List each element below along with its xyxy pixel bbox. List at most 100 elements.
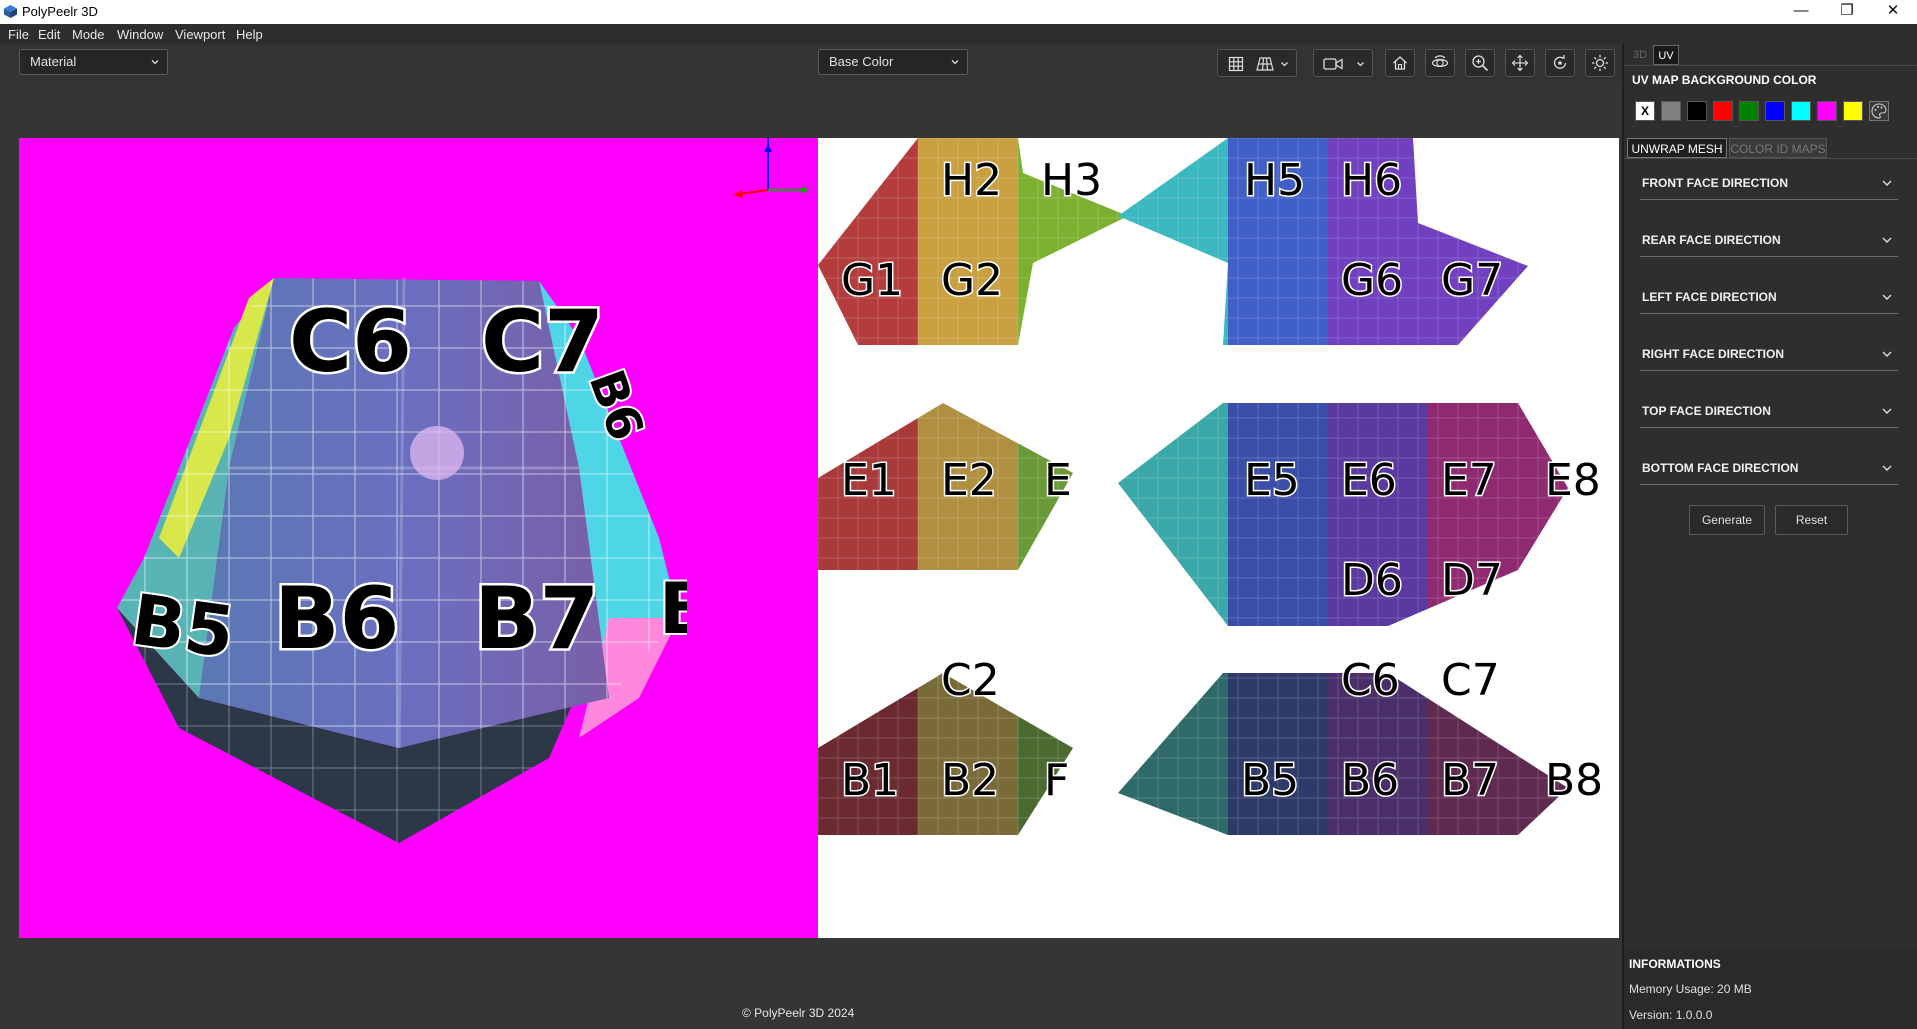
uv-label-e2: E2 xyxy=(941,455,997,506)
zoom-button[interactable] xyxy=(1465,49,1495,77)
move-arrows-icon xyxy=(1511,54,1529,72)
pan-button[interactable] xyxy=(1505,49,1535,77)
axis-gizmo xyxy=(733,138,809,198)
rear-face-direction-row[interactable]: REAR FACE DIRECTION xyxy=(1640,227,1898,257)
left-face-direction-row[interactable]: LEFT FACE DIRECTION xyxy=(1640,284,1898,314)
uv-label-d7: D7 xyxy=(1441,555,1503,606)
swatch-red[interactable] xyxy=(1713,101,1733,121)
menu-viewport[interactable]: Viewport xyxy=(175,27,225,42)
front-face-direction-label: FRONT FACE DIRECTION xyxy=(1642,176,1788,190)
label-c7: C7 xyxy=(481,292,604,392)
channel-value: Base Color xyxy=(829,54,894,69)
right-face-direction-row[interactable]: RIGHT FACE DIRECTION xyxy=(1640,341,1898,371)
shading-mode-value: Material xyxy=(30,54,77,69)
chevron-down-icon[interactable] xyxy=(1280,60,1289,68)
lighting-button[interactable] xyxy=(1585,49,1615,77)
palette-icon xyxy=(1871,103,1887,119)
minimize-button[interactable]: — xyxy=(1778,0,1824,24)
viewport-3d[interactable]: C6 C7 B6 B7 B5 B8 B6 xyxy=(19,138,818,938)
menu-window[interactable]: Window xyxy=(117,27,163,42)
swatch-cyan[interactable] xyxy=(1791,101,1811,121)
chevron-down-icon xyxy=(1882,237,1892,243)
left-face-direction-label: LEFT FACE DIRECTION xyxy=(1642,290,1777,304)
uv-label-e6: E6 xyxy=(1341,455,1397,506)
uv-label-g6: G6 xyxy=(1341,255,1403,306)
tab-unwrap-mesh[interactable]: UNWRAP MESH xyxy=(1627,138,1727,158)
reset-button[interactable]: Reset xyxy=(1775,505,1848,535)
copyright-text: © PolyPeelr 3D 2024 xyxy=(742,1006,855,1020)
uv-label-c6: C6 xyxy=(1341,655,1400,706)
uv-label-e1: E1 xyxy=(841,455,897,506)
maximize-button[interactable]: ❐ xyxy=(1824,0,1870,24)
menu-help[interactable]: Help xyxy=(236,27,263,42)
uv-label-b2: B2 xyxy=(941,755,999,806)
uv-label-b8: B8 xyxy=(1545,755,1603,806)
close-button[interactable]: ✕ xyxy=(1870,0,1916,24)
channel-select[interactable]: Base Color xyxy=(818,49,968,75)
tab-3d[interactable]: 3D xyxy=(1629,45,1651,65)
orbit-button[interactable] xyxy=(1425,49,1455,77)
window-title: PolyPeelr 3D xyxy=(22,4,98,19)
uv-view[interactable]: H2 H3 G1 G2 H5 H6 G6 G7 E1 E2 E E5 E6 E7… xyxy=(818,138,1619,938)
menu-file[interactable]: File xyxy=(8,27,29,42)
label-c6: C6 xyxy=(289,292,412,392)
uv-label-e5: E5 xyxy=(1244,455,1300,506)
status-footer: © PolyPeelr 3D 2024 xyxy=(0,1000,1622,1029)
uv-label-e8: E8 xyxy=(1545,455,1601,506)
uv-label-b3: F xyxy=(1044,755,1069,806)
rear-face-direction-label: REAR FACE DIRECTION xyxy=(1642,233,1781,247)
color-picker-button[interactable] xyxy=(1869,101,1889,121)
tab-divider xyxy=(1624,65,1917,66)
swatch-gray[interactable] xyxy=(1661,101,1681,121)
uv-bg-color-title: UV MAP BACKGROUND COLOR xyxy=(1632,73,1817,87)
chevron-down-icon xyxy=(1882,465,1892,471)
uv-label-c2: C2 xyxy=(941,655,1000,706)
subtab-divider xyxy=(1624,158,1917,159)
uv-label-h6: H6 xyxy=(1341,155,1402,206)
menu-mode[interactable]: Mode xyxy=(72,27,105,42)
app-logo-icon xyxy=(3,4,18,19)
uv-layout: H2 H3 G1 G2 H5 H6 G6 G7 E1 E2 E E5 E6 E7… xyxy=(818,138,1605,835)
swatch-magenta[interactable] xyxy=(1817,101,1837,121)
home-icon xyxy=(1393,56,1407,70)
swatch-yellow[interactable] xyxy=(1843,101,1863,121)
swatch-black[interactable] xyxy=(1687,101,1707,121)
chevron-down-icon xyxy=(1882,294,1892,300)
home-view-button[interactable] xyxy=(1385,49,1415,77)
chevron-down-icon xyxy=(1882,351,1892,357)
uv-label-b7: B7 xyxy=(1441,755,1499,806)
uv-label-c7: C7 xyxy=(1441,655,1500,706)
bottom-face-direction-label: BOTTOM FACE DIRECTION xyxy=(1642,461,1799,475)
generate-button[interactable]: Generate xyxy=(1689,505,1765,535)
tab-uv[interactable]: UV xyxy=(1653,45,1679,65)
memory-usage: Memory Usage: 20 MB xyxy=(1629,982,1752,996)
uv-label-h2: H2 xyxy=(941,155,1002,206)
shading-mode-select[interactable]: Material xyxy=(19,49,168,75)
label-b6: B6 xyxy=(274,569,399,669)
swatch-blue[interactable] xyxy=(1765,101,1785,121)
uv-label-b5: B5 xyxy=(1241,755,1299,806)
front-face-direction-row[interactable]: FRONT FACE DIRECTION xyxy=(1640,170,1898,200)
chevron-down-icon xyxy=(1882,180,1892,186)
uv-label-g7: G7 xyxy=(1441,255,1503,306)
top-face-direction-row[interactable]: TOP FACE DIRECTION xyxy=(1640,398,1898,428)
uv-label-h3: H3 xyxy=(1041,155,1102,206)
chevron-down-icon[interactable] xyxy=(1356,60,1365,68)
perspective-grid-icon[interactable] xyxy=(1256,56,1274,72)
info-title: INFORMATIONS xyxy=(1629,957,1721,971)
swatch-none[interactable]: X xyxy=(1635,101,1655,121)
uv-label-b1: B1 xyxy=(841,755,899,806)
menu-edit[interactable]: Edit xyxy=(38,27,60,42)
right-face-direction-label: RIGHT FACE DIRECTION xyxy=(1642,347,1785,361)
swatch-green[interactable] xyxy=(1739,101,1759,121)
chevron-down-icon xyxy=(951,60,959,65)
toolbar xyxy=(0,44,1622,82)
tab-color-id-maps[interactable]: COLOR ID MAPS xyxy=(1729,138,1827,158)
rotate-button[interactable] xyxy=(1545,49,1575,77)
chevron-down-icon xyxy=(151,60,159,65)
grid-icon[interactable] xyxy=(1228,56,1244,72)
uv-label-b6: B6 xyxy=(1341,755,1399,806)
bottom-face-direction-row[interactable]: BOTTOM FACE DIRECTION xyxy=(1640,455,1898,485)
camera-icon[interactable] xyxy=(1323,57,1343,71)
uv-label-d6: D6 xyxy=(1341,555,1403,606)
